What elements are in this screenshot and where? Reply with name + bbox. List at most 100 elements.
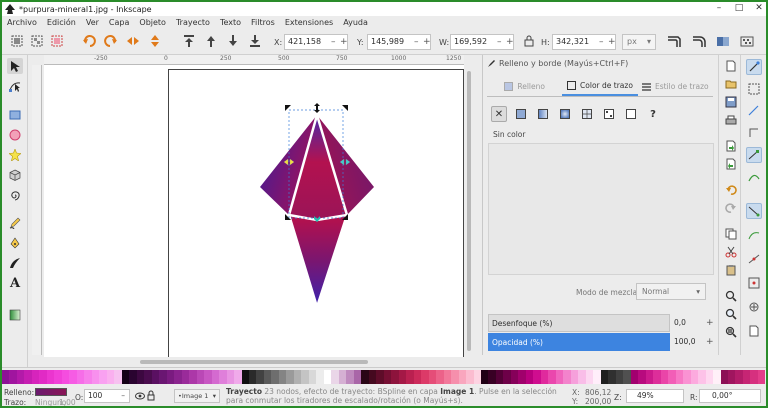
palette-swatch[interactable] [421,370,429,384]
palette-swatch[interactable] [593,370,601,384]
snap-bbox-corners-toggle[interactable] [746,125,762,141]
export-button[interactable] [724,157,738,171]
tab-stroke-paint[interactable]: Color de trazo [562,77,638,96]
palette-swatch[interactable] [518,370,526,384]
palette-swatch[interactable] [428,370,437,384]
flip-vertical-icon[interactable] [148,34,162,48]
snap-cusp-toggle[interactable] [746,203,762,219]
paint-none-button[interactable]: ✕ [491,106,507,122]
new-document-button[interactable] [724,59,738,73]
palette-swatch[interactable] [690,370,699,384]
opacity-slider[interactable]: Opacidad (%) [488,333,670,351]
palette-swatch[interactable] [316,370,324,384]
palette-swatch[interactable] [286,370,294,384]
h-decrement[interactable]: – [599,35,604,49]
palette-swatch[interactable] [114,370,122,384]
palette-swatch[interactable] [151,370,160,384]
blend-mode-select[interactable]: Normal ▾ [636,283,706,300]
crystal-artwork[interactable] [44,65,464,357]
current-layer-select[interactable]: •Image 1 ▾ [174,389,220,403]
palette-swatch[interactable] [241,370,249,384]
palette-swatch[interactable] [248,370,257,384]
palette-swatch[interactable] [174,370,182,384]
palette-swatch[interactable] [69,370,77,384]
horizontal-scrollbar[interactable] [44,359,464,365]
rotation-field[interactable]: 0,00° [699,389,761,403]
palette-swatch[interactable] [742,370,751,384]
menu-archivo[interactable]: Archivo [2,18,42,27]
opacity-increment[interactable]: + [706,333,714,351]
menu-capa[interactable]: Capa [104,18,134,27]
paint-pattern-button[interactable] [601,106,617,122]
scale-patterns-icon[interactable] [740,34,754,48]
scale-gradients-icon[interactable] [716,34,730,48]
palette-swatch[interactable] [653,370,661,384]
palette-swatch[interactable] [630,370,639,384]
palette-swatch[interactable] [226,370,235,384]
text-tool[interactable]: A [7,275,23,291]
palette-swatch[interactable] [181,370,190,384]
palette-swatch[interactable] [278,370,287,384]
palette-swatch[interactable] [129,370,137,384]
v-scroll-thumb[interactable] [467,71,471,351]
rectangle-tool[interactable] [7,107,23,123]
palette-swatch[interactable] [533,370,541,384]
menu-edicion[interactable]: Edición [42,18,81,27]
snap-enable-toggle[interactable] [746,59,762,75]
snap-rotation-center-toggle[interactable] [746,299,762,315]
palette-swatch[interactable] [293,370,302,384]
flip-horizontal-icon[interactable] [126,34,140,48]
raise-to-top-icon[interactable] [182,34,196,48]
pen-tool[interactable] [7,235,23,251]
palette-swatch[interactable] [383,370,392,384]
palette-swatch[interactable] [458,370,467,384]
palette-swatch[interactable] [84,370,92,384]
palette-swatch[interactable] [331,370,339,384]
paint-mesh-button[interactable] [579,106,595,122]
palette-swatch[interactable] [563,370,571,384]
palette-swatch[interactable] [548,370,556,384]
menu-objeto[interactable]: Objeto [134,18,171,27]
palette-swatch[interactable] [578,370,586,384]
deselect-icon[interactable] [50,34,64,48]
maximize-icon[interactable]: □ [734,3,744,13]
palette-swatch[interactable] [54,370,62,384]
scale-stroke-icon[interactable] [667,34,681,48]
x-increment[interactable]: + [340,35,348,49]
palette-swatch[interactable] [413,370,422,384]
palette-swatch[interactable] [757,370,766,384]
layer-visibility-lock-icon[interactable] [135,390,165,402]
palette-swatch[interactable] [495,370,504,384]
palette-swatch[interactable] [481,370,489,384]
palette-swatch[interactable] [2,370,10,384]
palette-swatch[interactable] [263,370,272,384]
blur-value[interactable]: 0,0 [674,314,698,332]
palette-swatch[interactable] [166,370,175,384]
palette-swatch[interactable] [600,370,609,384]
menu-extensiones[interactable]: Extensiones [280,18,338,27]
menu-trayecto[interactable]: Trayecto [171,18,215,27]
paint-linear-gradient-button[interactable] [535,106,551,122]
rotate-ccw-icon[interactable] [82,34,96,48]
menu-ayuda[interactable]: Ayuda [338,18,373,27]
opacity-value[interactable]: 100,0 [674,333,698,351]
gradient-tool[interactable] [7,307,23,323]
snap-midpoint-toggle[interactable] [746,251,762,267]
palette-swatch[interactable] [525,370,534,384]
paint-unset-button[interactable]: ? [645,106,661,122]
palette-swatch[interactable] [219,370,227,384]
pencil-tool[interactable] [7,215,23,231]
blur-increment[interactable]: + [706,314,714,332]
palette-swatch[interactable] [443,370,452,384]
palette-swatch[interactable] [159,370,167,384]
x-decrement[interactable]: – [331,35,336,49]
palette-swatch[interactable] [76,370,85,384]
snap-center-toggle[interactable] [746,275,762,291]
undo-button[interactable] [724,183,738,197]
palette-swatch[interactable] [391,370,399,384]
palette-swatch[interactable] [308,370,317,384]
y-decrement[interactable]: – [414,35,419,49]
snap-smooth-toggle[interactable] [746,227,762,243]
calligraphy-tool[interactable] [7,255,23,271]
snap-nodes-toggle[interactable] [746,147,762,163]
